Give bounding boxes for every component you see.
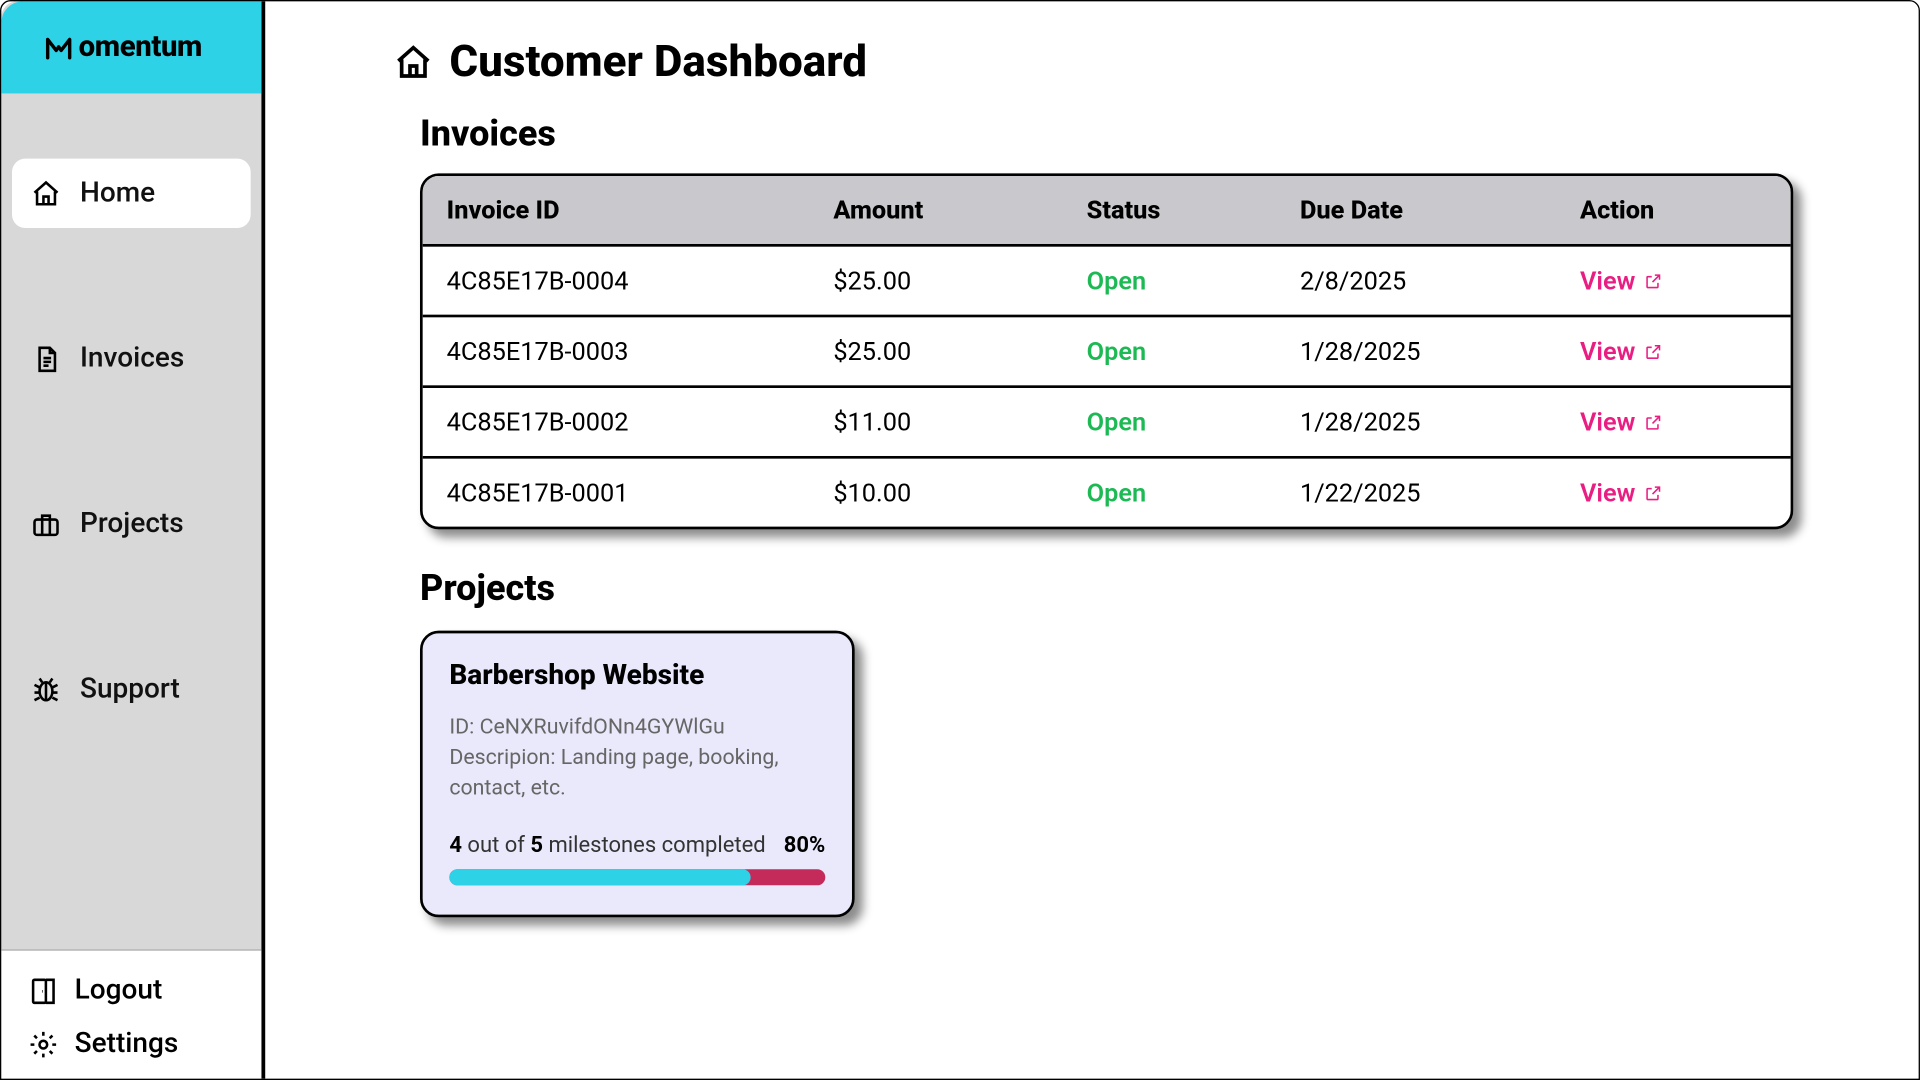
document-icon bbox=[31, 343, 62, 374]
logout-button[interactable]: Logout bbox=[25, 964, 237, 1017]
invoices-section-title: Invoices bbox=[420, 112, 1839, 155]
cell-status: Open bbox=[1087, 336, 1300, 367]
bug-icon bbox=[31, 674, 62, 705]
cell-invoice-id: 4C85E17B-0004 bbox=[447, 265, 834, 296]
external-link-icon bbox=[1643, 342, 1662, 361]
col-invoice-id: Invoice ID bbox=[447, 195, 834, 226]
invoices-table: Invoice ID Amount Status Due Date Action… bbox=[420, 173, 1793, 529]
home-icon bbox=[31, 178, 62, 209]
sidebar-item-invoices[interactable]: Invoices bbox=[12, 324, 251, 393]
cell-amount: $10.00 bbox=[833, 477, 1086, 508]
page-title-text: Customer Dashboard bbox=[449, 36, 867, 88]
settings-label: Settings bbox=[75, 1028, 179, 1060]
col-due-date: Due Date bbox=[1300, 195, 1580, 226]
door-icon bbox=[28, 975, 59, 1006]
cell-due-date: 1/28/2025 bbox=[1300, 336, 1580, 367]
milestones-row: 4 out of 5 milestones completed 80% bbox=[449, 833, 825, 858]
sidebar-item-label: Home bbox=[80, 177, 155, 209]
sidebar-nav: Home Invoices Projects Support bbox=[1, 95, 261, 724]
sidebar: omentum Home Invoices Projects Support bbox=[1, 1, 265, 1078]
view-invoice-link[interactable]: View bbox=[1580, 265, 1662, 296]
briefcase-icon bbox=[31, 509, 62, 540]
sidebar-item-projects[interactable]: Projects bbox=[12, 489, 251, 558]
sidebar-item-label: Projects bbox=[80, 508, 184, 540]
external-link-icon bbox=[1643, 413, 1662, 432]
brand-logo: omentum bbox=[44, 31, 202, 64]
project-name: Barbershop Website bbox=[449, 660, 825, 692]
logout-label: Logout bbox=[75, 975, 163, 1007]
col-amount: Amount bbox=[833, 195, 1086, 226]
progress-fill bbox=[449, 869, 750, 885]
cell-due-date: 2/8/2025 bbox=[1300, 265, 1580, 296]
project-card[interactable]: Barbershop Website ID: CeNXRuvifdONn4GYW… bbox=[420, 631, 855, 917]
cell-invoice-id: 4C85E17B-0002 bbox=[447, 407, 834, 438]
external-link-icon bbox=[1643, 271, 1662, 290]
page-title: Customer Dashboard bbox=[393, 36, 1838, 88]
project-desc-label: Descripion: bbox=[449, 744, 560, 769]
sidebar-item-home[interactable]: Home bbox=[12, 159, 251, 228]
progress-bar bbox=[449, 869, 825, 885]
sidebar-item-support[interactable]: Support bbox=[12, 655, 251, 724]
col-status: Status bbox=[1087, 195, 1300, 226]
home-icon bbox=[393, 42, 433, 82]
project-meta: ID: CeNXRuvifdONn4GYWlGu Descripion: Lan… bbox=[449, 711, 825, 804]
table-row: 4C85E17B-0002$11.00Open1/28/2025View bbox=[423, 385, 1791, 456]
brand-bar: omentum bbox=[1, 1, 261, 94]
table-row: 4C85E17B-0004$25.00Open2/8/2025View bbox=[423, 247, 1791, 315]
sidebar-bottom: Logout Settings bbox=[1, 949, 261, 1078]
cell-status: Open bbox=[1087, 407, 1300, 438]
view-invoice-link[interactable]: View bbox=[1580, 336, 1662, 367]
gear-icon bbox=[28, 1029, 59, 1060]
brand-name: omentum bbox=[79, 31, 202, 64]
brand-mark-icon bbox=[44, 33, 73, 62]
invoices-header-row: Invoice ID Amount Status Due Date Action bbox=[423, 176, 1791, 247]
table-row: 4C85E17B-0001$10.00Open1/22/2025View bbox=[423, 456, 1791, 527]
col-action: Action bbox=[1580, 195, 1767, 226]
milestones-percent: 80% bbox=[784, 833, 826, 858]
cell-amount: $25.00 bbox=[833, 265, 1086, 296]
cell-status: Open bbox=[1087, 265, 1300, 296]
cell-amount: $25.00 bbox=[833, 336, 1086, 367]
milestones-total: 5 bbox=[530, 833, 543, 858]
sidebar-item-label: Support bbox=[80, 673, 180, 705]
projects-section-title: Projects bbox=[420, 567, 1839, 610]
table-row: 4C85E17B-0003$25.00Open1/28/2025View bbox=[423, 315, 1791, 386]
main-content: Customer Dashboard Invoices Invoice ID A… bbox=[265, 1, 1918, 1078]
cell-invoice-id: 4C85E17B-0003 bbox=[447, 336, 834, 367]
view-invoice-link[interactable]: View bbox=[1580, 407, 1662, 438]
project-id-label: ID: bbox=[449, 713, 479, 738]
milestones-done: 4 bbox=[449, 833, 462, 858]
view-invoice-link[interactable]: View bbox=[1580, 477, 1662, 508]
cell-due-date: 1/28/2025 bbox=[1300, 407, 1580, 438]
external-link-icon bbox=[1643, 483, 1662, 502]
cell-amount: $11.00 bbox=[833, 407, 1086, 438]
project-id: CeNXRuvifdONn4GYWlGu bbox=[480, 713, 725, 738]
cell-invoice-id: 4C85E17B-0001 bbox=[447, 477, 834, 508]
sidebar-item-label: Invoices bbox=[80, 343, 184, 375]
cell-due-date: 1/22/2025 bbox=[1300, 477, 1580, 508]
settings-button[interactable]: Settings bbox=[25, 1017, 237, 1070]
cell-status: Open bbox=[1087, 477, 1300, 508]
